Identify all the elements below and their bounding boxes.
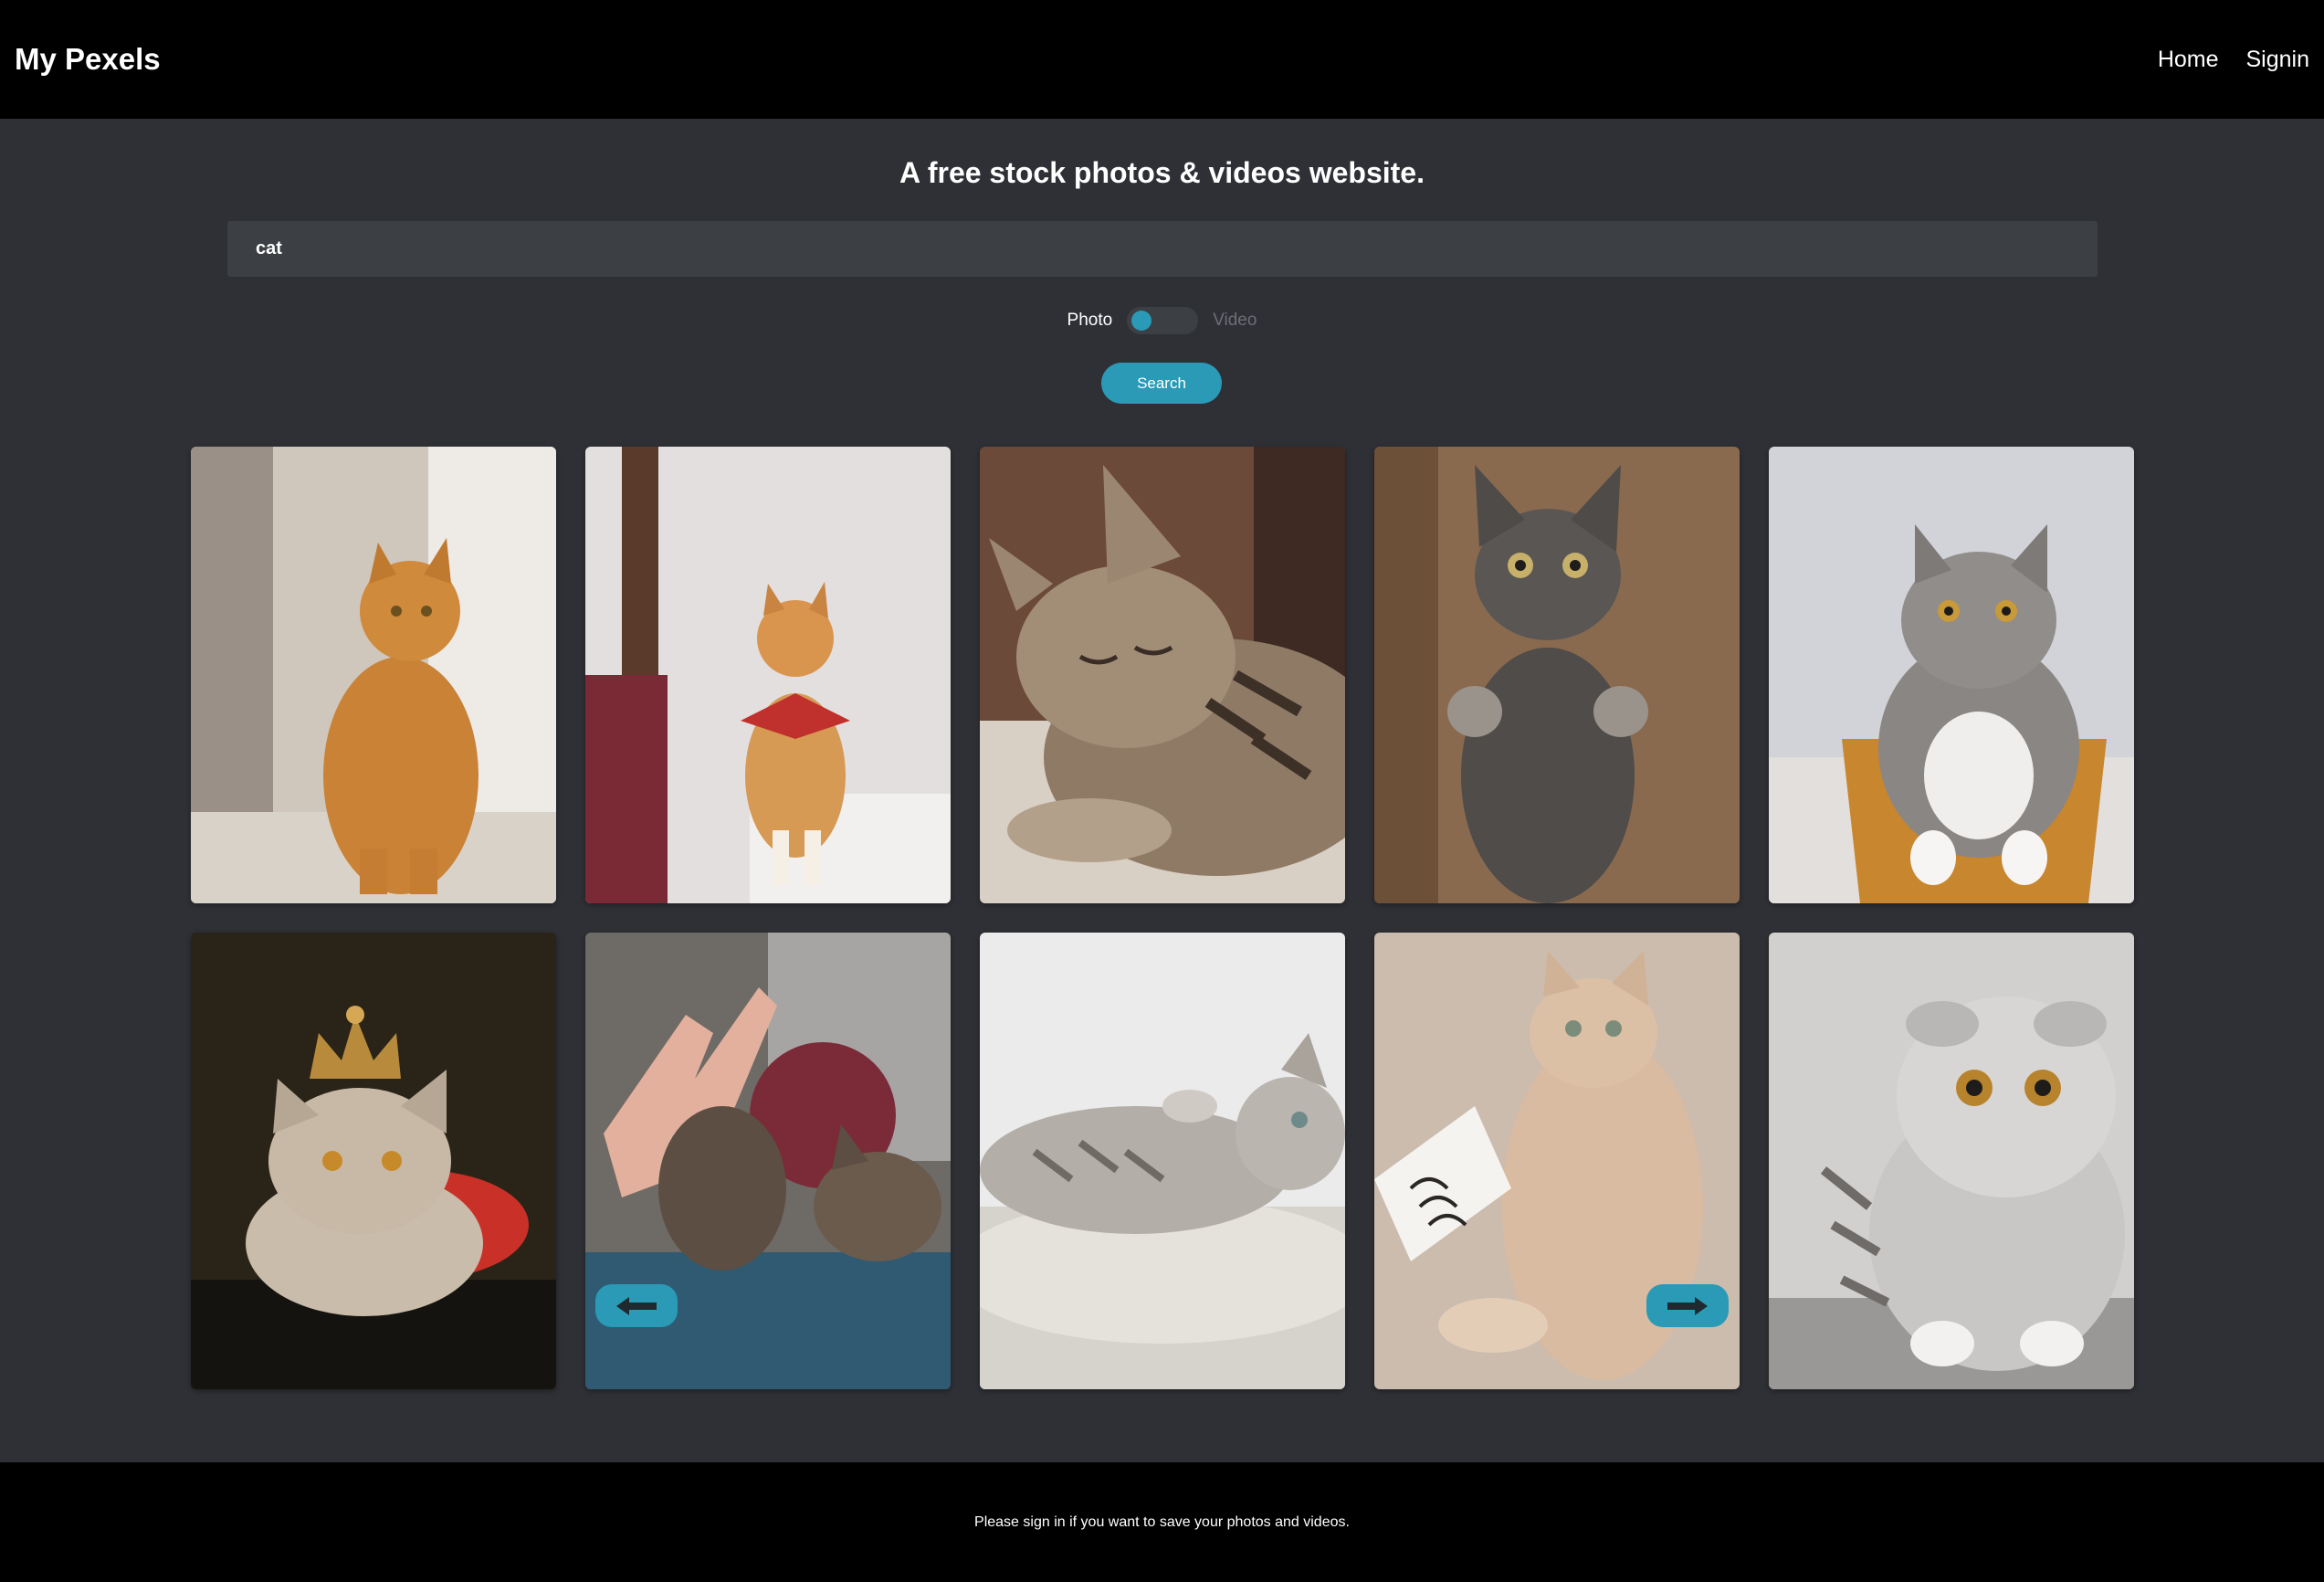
footer: Please sign in if you want to save your …: [0, 1462, 2324, 1582]
toggle-label-video: Video: [1213, 311, 1257, 330]
next-page-button[interactable]: [1646, 1284, 1729, 1327]
search-button[interactable]: Search: [1101, 363, 1222, 404]
nav-link-home[interactable]: Home: [2158, 44, 2219, 75]
photo-card[interactable]: [980, 933, 1345, 1389]
photo-card[interactable]: [1769, 447, 2134, 903]
photo-card[interactable]: [191, 447, 556, 903]
cat-photo-image: [191, 933, 556, 1389]
nav-links: Home Signin: [2158, 44, 2309, 75]
brand-logo[interactable]: My Pexels: [15, 40, 161, 79]
cat-photo-image: [191, 447, 556, 903]
photo-card[interactable]: [980, 447, 1345, 903]
photo-card[interactable]: [1374, 447, 1740, 903]
footer-text: Please sign in if you want to save your …: [974, 1514, 1350, 1530]
cat-photo-image: [1374, 447, 1740, 903]
switch-knob: [1131, 311, 1152, 331]
arrow-right-icon: [1667, 1296, 1708, 1315]
navbar: My Pexels Home Signin: [0, 0, 2324, 119]
toggle-label-photo: Photo: [1067, 311, 1113, 330]
photo-gallery: [191, 447, 2134, 1389]
photo-card[interactable]: [191, 933, 556, 1389]
cat-photo-image: [980, 933, 1345, 1389]
photo-video-switch[interactable]: [1127, 307, 1199, 334]
media-type-toggle: Photo Video: [0, 307, 2324, 334]
photo-card[interactable]: [1769, 933, 2134, 1389]
search-input[interactable]: [227, 221, 2098, 277]
cat-photo-image: [585, 447, 951, 903]
arrow-left-icon: [616, 1296, 657, 1315]
main-content: A free stock photos & videos website. Ph…: [0, 119, 2324, 1462]
cat-photo-image: [980, 447, 1345, 903]
previous-page-button[interactable]: [595, 1284, 678, 1327]
cat-photo-image: [1769, 933, 2134, 1389]
page-title: A free stock photos & videos website.: [899, 156, 1425, 189]
cat-photo-image: [1769, 447, 2134, 903]
nav-link-signin[interactable]: Signin: [2246, 44, 2310, 75]
photo-card[interactable]: [585, 447, 951, 903]
